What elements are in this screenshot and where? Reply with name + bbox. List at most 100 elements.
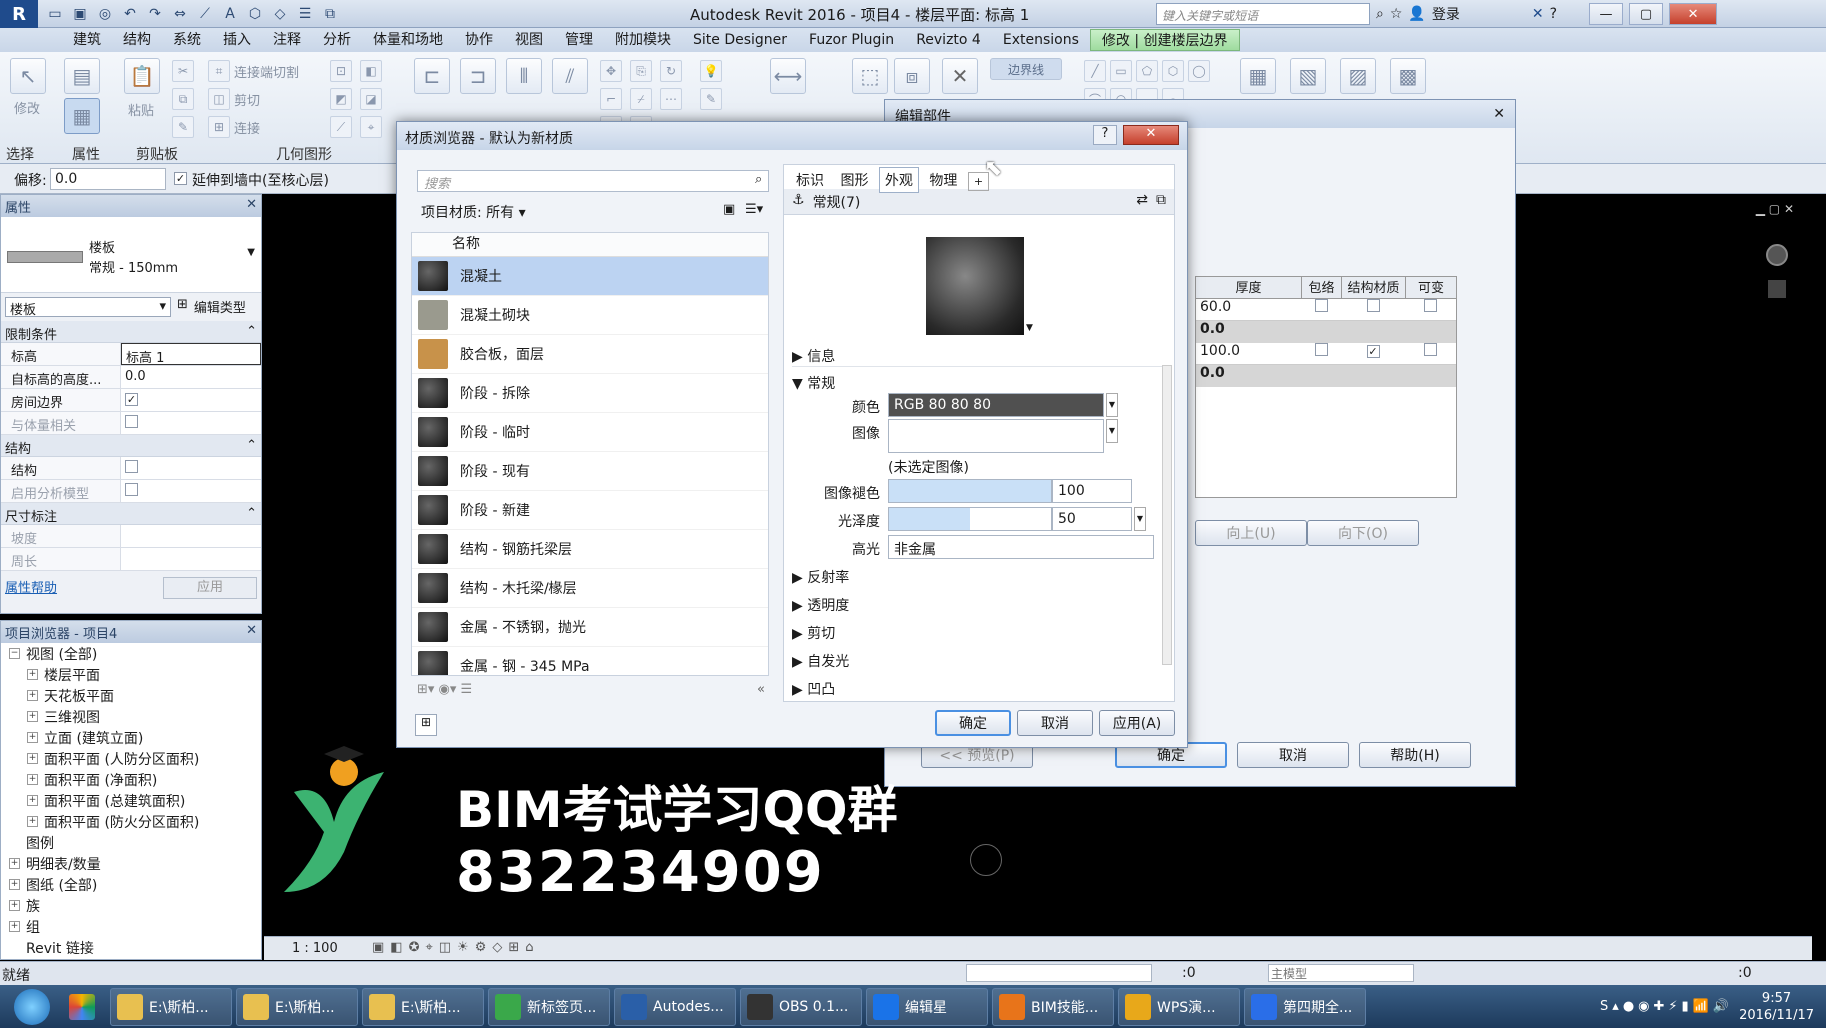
replace-asset-icon[interactable]: ⇄ bbox=[1136, 192, 1148, 211]
line-icon[interactable]: ╱ bbox=[1084, 60, 1106, 82]
trim-icon[interactable]: ⌐ bbox=[600, 88, 622, 110]
offset-input[interactable]: 0.0 bbox=[50, 168, 166, 190]
tab-insert[interactable]: 插入 bbox=[212, 29, 262, 51]
color-field[interactable]: RGB 80 80 80 bbox=[888, 393, 1104, 417]
help-button[interactable]: 帮助(H) bbox=[1359, 742, 1471, 768]
binoculars-icon[interactable]: ⌕ bbox=[1376, 6, 1384, 22]
glossiness-value[interactable]: 50 bbox=[1052, 507, 1132, 531]
browser-item[interactable]: + 面积平面 (防火分区面积) bbox=[1, 811, 261, 832]
user-icon[interactable]: 👤 bbox=[1408, 6, 1425, 22]
demolish-icon[interactable]: ◪ bbox=[360, 88, 382, 110]
tab-fuzor[interactable]: Fuzor Plugin bbox=[798, 29, 905, 51]
browser-item[interactable]: 图例 bbox=[1, 832, 261, 853]
section-general[interactable]: 常规 bbox=[807, 376, 835, 392]
pinned-app-icon[interactable] bbox=[58, 988, 106, 1026]
split-face-icon[interactable]: ◧ bbox=[360, 60, 382, 82]
properties-close-icon[interactable]: ✕ bbox=[246, 197, 257, 215]
measure-icon[interactable]: ⇔ bbox=[169, 3, 191, 25]
undo-icon[interactable]: ↶ bbox=[119, 3, 141, 25]
expand-icon[interactable]: ▶ bbox=[792, 626, 807, 642]
expand-icon[interactable]: + bbox=[27, 774, 38, 785]
properties-icon[interactable]: ▤ bbox=[64, 58, 100, 94]
material-editor-icon[interactable]: ⊞ bbox=[415, 714, 437, 736]
override-icon[interactable]: ✎ bbox=[700, 88, 722, 110]
expand-icon[interactable]: + bbox=[9, 921, 20, 932]
expand-icon[interactable]: + bbox=[27, 753, 38, 764]
move-up-button[interactable]: 向上(U) bbox=[1195, 520, 1307, 546]
browser-item[interactable]: Revit 链接 bbox=[1, 937, 261, 958]
match-icon[interactable]: ✎ bbox=[172, 116, 194, 138]
move-down-button[interactable]: 向下(O) bbox=[1307, 520, 1419, 546]
type-selector[interactable]: 楼板 常规 - 150mm ▼ bbox=[1, 217, 261, 293]
paste-icon[interactable]: 📋 bbox=[124, 58, 160, 94]
browser-item[interactable]: + 面积平面 (人防分区面积) bbox=[1, 748, 261, 769]
open-icon[interactable]: ▭ bbox=[44, 3, 66, 25]
library-tools[interactable]: ⊞▾ ◉▾ ☰ bbox=[417, 682, 472, 697]
cancel-button[interactable]: 取消 bbox=[1237, 742, 1349, 768]
browser-item[interactable]: + 面积平面 (净面积) bbox=[1, 769, 261, 790]
tab-extensions[interactable]: Extensions bbox=[992, 29, 1090, 51]
expand-icon[interactable]: + bbox=[9, 858, 20, 869]
create-assembly-icon[interactable]: ⧈ bbox=[894, 58, 930, 94]
collapse-icon[interactable]: ⌃ bbox=[246, 324, 257, 339]
material-item[interactable]: 胶合板，面层 bbox=[412, 335, 768, 374]
minimize-button[interactable]: — bbox=[1589, 3, 1624, 25]
taskbar-item[interactable]: 第四期全... bbox=[1244, 987, 1366, 1026]
material-item[interactable]: 结构 - 钢筋托梁层 bbox=[412, 530, 768, 569]
duplicate-asset-icon[interactable]: ⧉ bbox=[1156, 192, 1166, 211]
view-hide-icon[interactable]: 💡 bbox=[700, 60, 722, 82]
browser-item[interactable]: + 族 bbox=[1, 895, 261, 916]
structural-checkbox[interactable] bbox=[125, 460, 138, 473]
tab-massing[interactable]: 体量和场地 bbox=[362, 29, 454, 51]
select-panel-label[interactable]: 选择 bbox=[6, 144, 34, 164]
expand-icon[interactable]: + bbox=[27, 732, 38, 743]
tab-view[interactable]: 视图 bbox=[504, 29, 554, 51]
wrap-checkbox[interactable] bbox=[1314, 343, 1328, 356]
collapse-icon[interactable]: ⌃ bbox=[246, 438, 257, 453]
core-boundary-row[interactable]: 0.0 bbox=[1196, 365, 1456, 387]
collapse-icon[interactable]: − bbox=[9, 648, 20, 659]
taskbar-item[interactable]: 新标签页... bbox=[488, 987, 610, 1026]
expand-icon[interactable]: ▶ bbox=[792, 598, 807, 614]
wall-join-icon[interactable]: ⊡ bbox=[330, 60, 352, 82]
taskbar-item[interactable]: WPS演... bbox=[1118, 987, 1240, 1026]
section-reflectivity[interactable]: 反射率 bbox=[807, 570, 849, 586]
chevron-down-icon[interactable]: ▼ bbox=[1134, 507, 1146, 531]
section-cutouts[interactable]: 剪切 bbox=[807, 626, 835, 642]
glossiness-slider[interactable] bbox=[888, 507, 1052, 531]
layer-row[interactable]: 60.0 bbox=[1196, 299, 1456, 321]
expand-icon[interactable]: ▶ bbox=[792, 654, 807, 670]
section-icon[interactable]: ◇ bbox=[269, 3, 291, 25]
tab-architecture[interactable]: 建筑 bbox=[62, 29, 112, 51]
prop-level-value[interactable]: 标高 1 bbox=[121, 343, 261, 366]
join-icon[interactable]: ⊞ bbox=[208, 116, 230, 138]
expand-icon[interactable]: + bbox=[27, 690, 38, 701]
expand-icon[interactable]: + bbox=[9, 900, 20, 911]
measure-tool-icon[interactable]: ⌖ bbox=[360, 116, 382, 138]
tab-addins[interactable]: 附加模块 bbox=[604, 29, 682, 51]
remove-paint-icon[interactable]: ⟋ bbox=[330, 116, 352, 138]
rectangle-icon[interactable]: ▭ bbox=[1110, 60, 1132, 82]
collapse-icon[interactable]: ⌃ bbox=[246, 506, 257, 521]
browser-item[interactable]: + 明细表/数量 bbox=[1, 853, 261, 874]
expand-icon[interactable]: + bbox=[27, 669, 38, 680]
structural-material-checkbox[interactable]: ✓ bbox=[1366, 345, 1380, 358]
section-self-illumination[interactable]: 自发光 bbox=[807, 654, 849, 670]
chevron-down-icon[interactable]: ▼ bbox=[247, 247, 255, 258]
view-tools-icons[interactable]: ▣◧✪⌖◫☀⚙◇⊞⌂ bbox=[372, 940, 540, 955]
prop-height-offset-value[interactable]: 0.0 bbox=[121, 366, 261, 388]
tab-graphics[interactable]: 图形 bbox=[834, 167, 874, 193]
offset-icon[interactable]: ⊐ bbox=[460, 58, 496, 94]
close-button[interactable]: ✕ bbox=[1669, 3, 1718, 25]
browser-close-icon[interactable]: ✕ bbox=[246, 623, 257, 641]
variable-checkbox[interactable] bbox=[1424, 343, 1437, 356]
chevron-down-icon[interactable]: ▼ bbox=[1026, 323, 1033, 333]
view-icon-3[interactable]: ▨ bbox=[1340, 58, 1376, 94]
design-option-dropdown[interactable]: 主模型 bbox=[1268, 964, 1414, 982]
create-group-icon[interactable]: ⬚ bbox=[852, 58, 888, 94]
cut-icon[interactable]: ✂ bbox=[172, 60, 194, 82]
expand-icon[interactable]: ▶ bbox=[792, 570, 807, 586]
save-icon[interactable]: ▣ bbox=[69, 3, 91, 25]
mirror-axis-icon[interactable]: ⫴ bbox=[506, 58, 542, 94]
section-info[interactable]: 信息 bbox=[807, 349, 835, 365]
